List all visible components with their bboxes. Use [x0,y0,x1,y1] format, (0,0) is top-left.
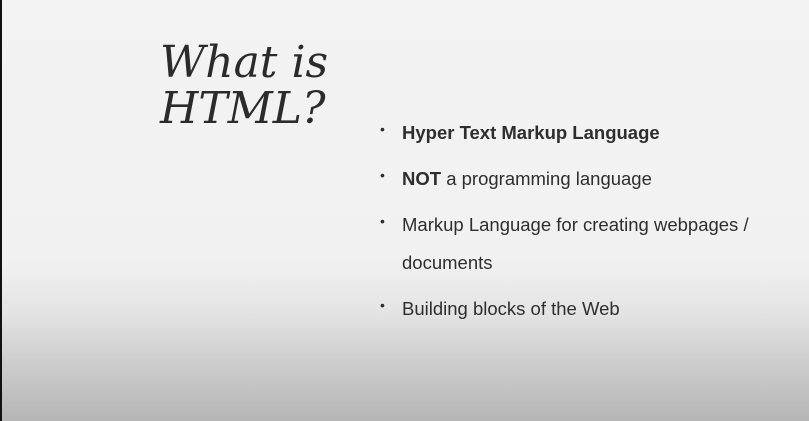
bullet-text: Building blocks of the Web [402,298,620,319]
bullet-dot-icon: • [380,213,385,229]
slide-title: What is HTML? [160,40,380,132]
slide-title-line-2: HTML? [160,83,326,134]
bullet-item: • Building blocks of the Web [380,290,800,328]
bullet-item: • NOT a programming language [380,160,800,198]
bullet-list: • Hyper Text Markup Language • NOT a pro… [380,114,800,336]
bullet-text: a programming language [441,168,652,189]
bullet-bold-text: NOT [402,168,442,189]
bullet-dot-icon: • [380,167,385,183]
bullet-item: • Markup Language for creating webpages … [380,206,800,282]
slide-title-line-1: What is [160,37,329,88]
presentation-slide: What is HTML? • Hyper Text Markup Langua… [2,0,809,421]
bullet-text: Markup Language for creating webpages / … [402,214,749,273]
bullet-bold-text: Hyper Text Markup Language [402,122,660,143]
bullet-item: • Hyper Text Markup Language [380,114,800,152]
bullet-dot-icon: • [380,121,385,137]
bullet-dot-icon: • [380,297,385,313]
